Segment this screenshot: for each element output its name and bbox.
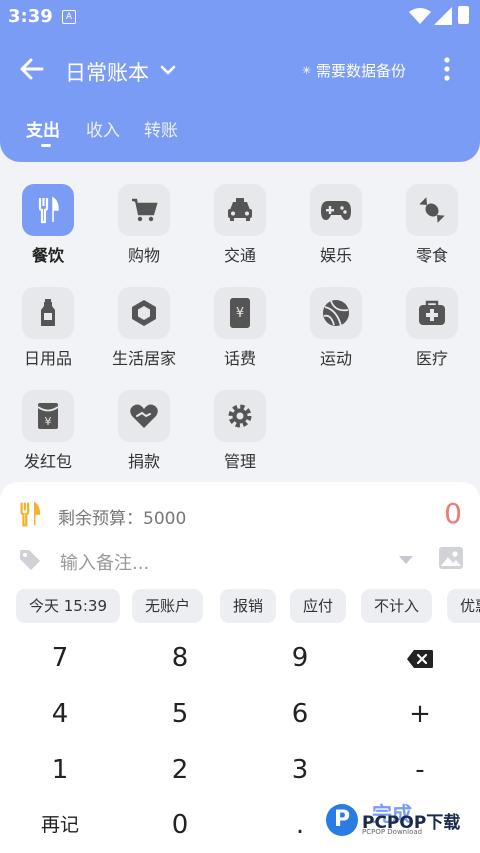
note-input[interactable]: 输入备注... bbox=[60, 549, 149, 575]
key-2[interactable]: 2 bbox=[120, 745, 240, 795]
red-packet-icon: ¥ bbox=[22, 390, 74, 442]
cart-icon bbox=[118, 184, 170, 236]
category-label: 日用品 bbox=[23, 349, 72, 368]
tab-transfer[interactable]: 转账 bbox=[144, 116, 178, 141]
backup-text: 需要数据备份 bbox=[316, 62, 407, 80]
more-vert-icon[interactable] bbox=[440, 56, 454, 84]
category-snacks[interactable]: 零食 bbox=[384, 184, 480, 266]
category-donation[interactable]: 捐款 bbox=[96, 390, 192, 472]
key-1[interactable]: 1 bbox=[0, 745, 120, 795]
key-plus[interactable]: + bbox=[360, 689, 480, 739]
entry-panel: 剩余预算：5000 0 输入备注... 今天 15:39 无账户 报销 应付 不… bbox=[0, 482, 480, 853]
backup-reminder[interactable]: ✳ 需要数据备份 bbox=[302, 60, 406, 81]
signal-icon bbox=[434, 7, 452, 25]
book-title[interactable]: 日常账本 bbox=[65, 57, 149, 87]
key-minus[interactable]: - bbox=[360, 745, 480, 795]
chip-payable[interactable]: 应付 bbox=[290, 589, 347, 623]
chip-account[interactable]: 无账户 bbox=[132, 589, 204, 623]
category-label: 话费 bbox=[223, 349, 256, 368]
amount-display: 0 bbox=[444, 497, 462, 530]
category-dining[interactable]: 餐饮 bbox=[0, 184, 96, 266]
category-label: 运动 bbox=[319, 349, 352, 368]
wifi-icon bbox=[409, 8, 431, 24]
utensils-small-icon bbox=[20, 501, 41, 527]
category-medical[interactable]: 医疗 bbox=[384, 287, 480, 369]
category-label: 生活居家 bbox=[111, 349, 176, 368]
asterisk-icon: ✳ bbox=[302, 64, 312, 77]
category-label: 捐款 bbox=[127, 452, 160, 471]
gear-icon bbox=[214, 390, 266, 442]
back-arrow-icon[interactable] bbox=[18, 55, 46, 83]
watermark-logo-icon: P bbox=[326, 804, 358, 836]
key-3[interactable]: 3 bbox=[240, 745, 360, 795]
notification-a-icon: A bbox=[62, 10, 76, 24]
svg-text:¥: ¥ bbox=[236, 306, 244, 321]
category-label: 餐饮 bbox=[31, 246, 64, 265]
category-daily-goods[interactable]: 日用品 bbox=[0, 287, 96, 369]
chip-exclude[interactable]: 不计入 bbox=[361, 589, 433, 623]
ball-icon bbox=[310, 287, 362, 339]
tag-icon bbox=[20, 550, 40, 570]
category-label: 娱乐 bbox=[319, 246, 352, 265]
key-backspace[interactable] bbox=[360, 633, 480, 683]
status-bar: 3:39 A bbox=[0, 0, 480, 32]
dropdown-arrow-icon[interactable] bbox=[398, 555, 414, 565]
phone-yen-icon: ¥ bbox=[214, 287, 266, 339]
category-home-living[interactable]: 生活居家 bbox=[96, 287, 192, 369]
status-time: 3:39 bbox=[8, 6, 53, 27]
chip-date[interactable]: 今天 15:39 bbox=[16, 589, 120, 623]
category-label: 交通 bbox=[223, 246, 256, 265]
bottle-icon bbox=[22, 287, 74, 339]
key-6[interactable]: 6 bbox=[240, 689, 360, 739]
category-label: 零食 bbox=[415, 246, 448, 265]
gamepad-icon bbox=[310, 184, 362, 236]
svg-text:¥: ¥ bbox=[45, 415, 52, 428]
category-label: 医疗 bbox=[415, 349, 448, 368]
home-box-icon bbox=[118, 287, 170, 339]
category-red-packet[interactable]: ¥ 发红包 bbox=[0, 390, 96, 472]
option-chips: 今天 15:39 无账户 报销 应付 不计入 优惠 bbox=[16, 589, 480, 623]
key-7[interactable]: 7 bbox=[0, 633, 120, 683]
key-8[interactable]: 8 bbox=[120, 633, 240, 683]
key-9[interactable]: 9 bbox=[240, 633, 360, 683]
tab-income[interactable]: 收入 bbox=[86, 116, 120, 141]
chip-reimburse[interactable]: 报销 bbox=[220, 589, 277, 623]
category-phone-bill[interactable]: ¥ 话费 bbox=[192, 287, 288, 369]
medkit-icon bbox=[406, 287, 458, 339]
image-icon[interactable] bbox=[438, 546, 464, 570]
key-5[interactable]: 5 bbox=[120, 689, 240, 739]
category-manage[interactable]: 管理 bbox=[192, 390, 288, 472]
header-bar: 3:39 A 日常账本 ✳ 需要数据备份 支出 收入 转账 bbox=[0, 0, 480, 162]
category-entertainment[interactable]: 娱乐 bbox=[288, 184, 384, 266]
category-label: 购物 bbox=[127, 246, 160, 265]
key-0[interactable]: 0 bbox=[120, 800, 240, 850]
battery-icon bbox=[458, 6, 469, 24]
category-sports[interactable]: 运动 bbox=[288, 287, 384, 369]
candy-icon bbox=[406, 184, 458, 236]
category-transport[interactable]: 交通 bbox=[192, 184, 288, 266]
category-label: 发红包 bbox=[23, 452, 72, 471]
watermark-sub: PCPOP Download bbox=[362, 828, 423, 836]
key-record-again[interactable]: 再记 bbox=[0, 800, 120, 850]
active-tab-indicator bbox=[41, 144, 51, 147]
backspace-icon bbox=[407, 649, 433, 668]
watermark: P PCPOP下载 PCPOP Download bbox=[326, 804, 474, 844]
heart-hand-icon bbox=[118, 390, 170, 442]
utensils-icon bbox=[22, 184, 74, 236]
category-label: 管理 bbox=[223, 452, 256, 471]
tab-expense[interactable]: 支出 bbox=[26, 116, 60, 141]
taxi-icon bbox=[214, 184, 266, 236]
category-shopping[interactable]: 购物 bbox=[96, 184, 192, 266]
remaining-budget: 剩余预算：5000 bbox=[58, 509, 187, 529]
chevron-down-icon[interactable] bbox=[158, 60, 178, 80]
key-4[interactable]: 4 bbox=[0, 689, 120, 739]
chip-discount[interactable]: 优惠 bbox=[447, 589, 480, 623]
